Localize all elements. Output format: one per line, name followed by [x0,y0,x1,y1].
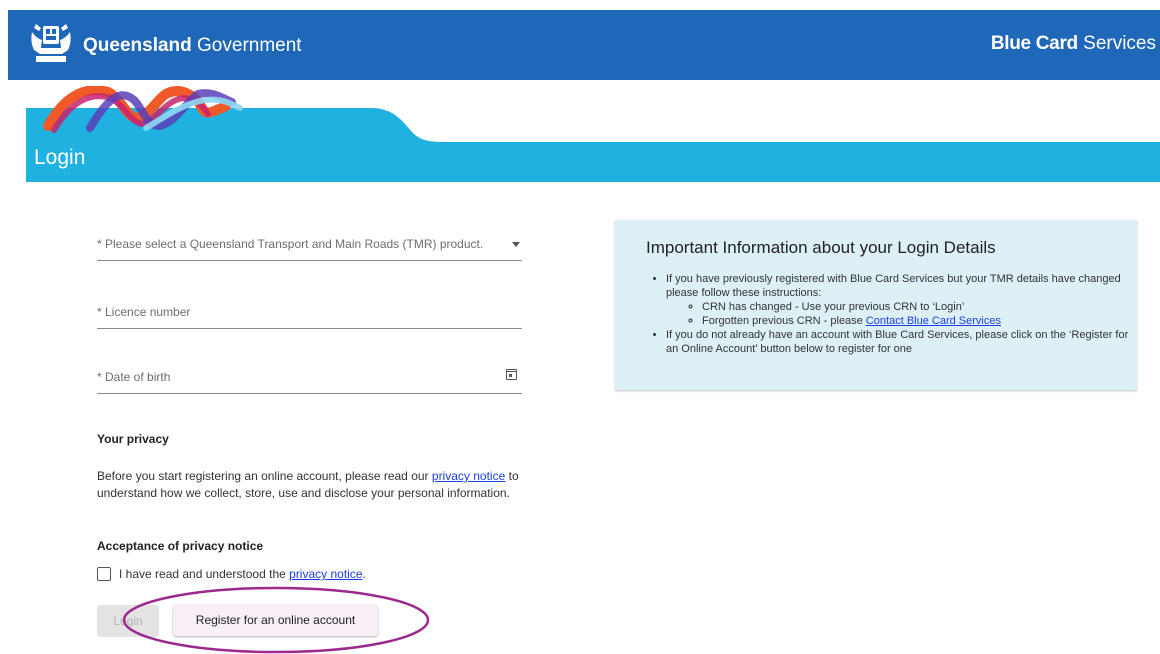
licence-number-placeholder: * Licence number [97,305,191,319]
contact-blue-card-link[interactable]: Contact Blue Card Services [866,315,1001,327]
info-list: If you have previously registered with B… [650,272,1136,356]
qld-government-brand[interactable]: Queensland Government [83,35,302,57]
licence-number-field[interactable]: * Licence number [97,288,522,329]
privacy-notice-link[interactable]: privacy notice [432,469,505,483]
date-of-birth-field[interactable]: * Date of birth [97,353,522,394]
page-title: Login [34,146,86,169]
privacy-checkbox[interactable] [97,566,111,581]
privacy-heading: Your privacy [97,432,169,446]
login-button[interactable]: Login [97,605,159,637]
info-sub-forgotten-crn: Forgotten previous CRN - please Contact … [702,314,1136,328]
tmr-product-select[interactable]: * Please select a Queensland Transport a… [97,220,522,261]
calendar-icon[interactable] [506,369,517,380]
info-sub-crn-changed: CRN has changed - Use your previous CRN … [702,300,1136,314]
login-info-panel: Important Information about your Login D… [615,220,1137,390]
caret-down-icon[interactable] [512,242,520,247]
tmr-product-placeholder: * Please select a Queensland Transport a… [97,237,484,251]
register-button[interactable]: Register for an online account [173,604,378,636]
acceptance-heading: Acceptance of privacy notice [97,539,264,553]
info-title: Important Information about your Login D… [646,238,996,257]
date-of-birth-placeholder: * Date of birth [97,370,171,384]
privacy-acceptance-row: I have read and understood the privacy n… [97,566,366,584]
login-banner [26,86,1160,182]
queensland-crest-icon [31,24,71,62]
privacy-paragraph: Before you start registering an online a… [97,469,519,500]
info-bullet-tmr-changed: If you have previously registered with B… [666,272,1136,328]
info-bullet-register: If you do not already have an account wi… [666,328,1136,356]
blue-card-services-brand[interactable]: Blue Card Services [991,33,1156,55]
checkbox-label: I have read and understood the privacy n… [119,566,366,581]
site-header: Queensland Government Blue Card Services [8,10,1160,80]
checkbox-privacy-notice-link[interactable]: privacy notice [289,567,362,581]
